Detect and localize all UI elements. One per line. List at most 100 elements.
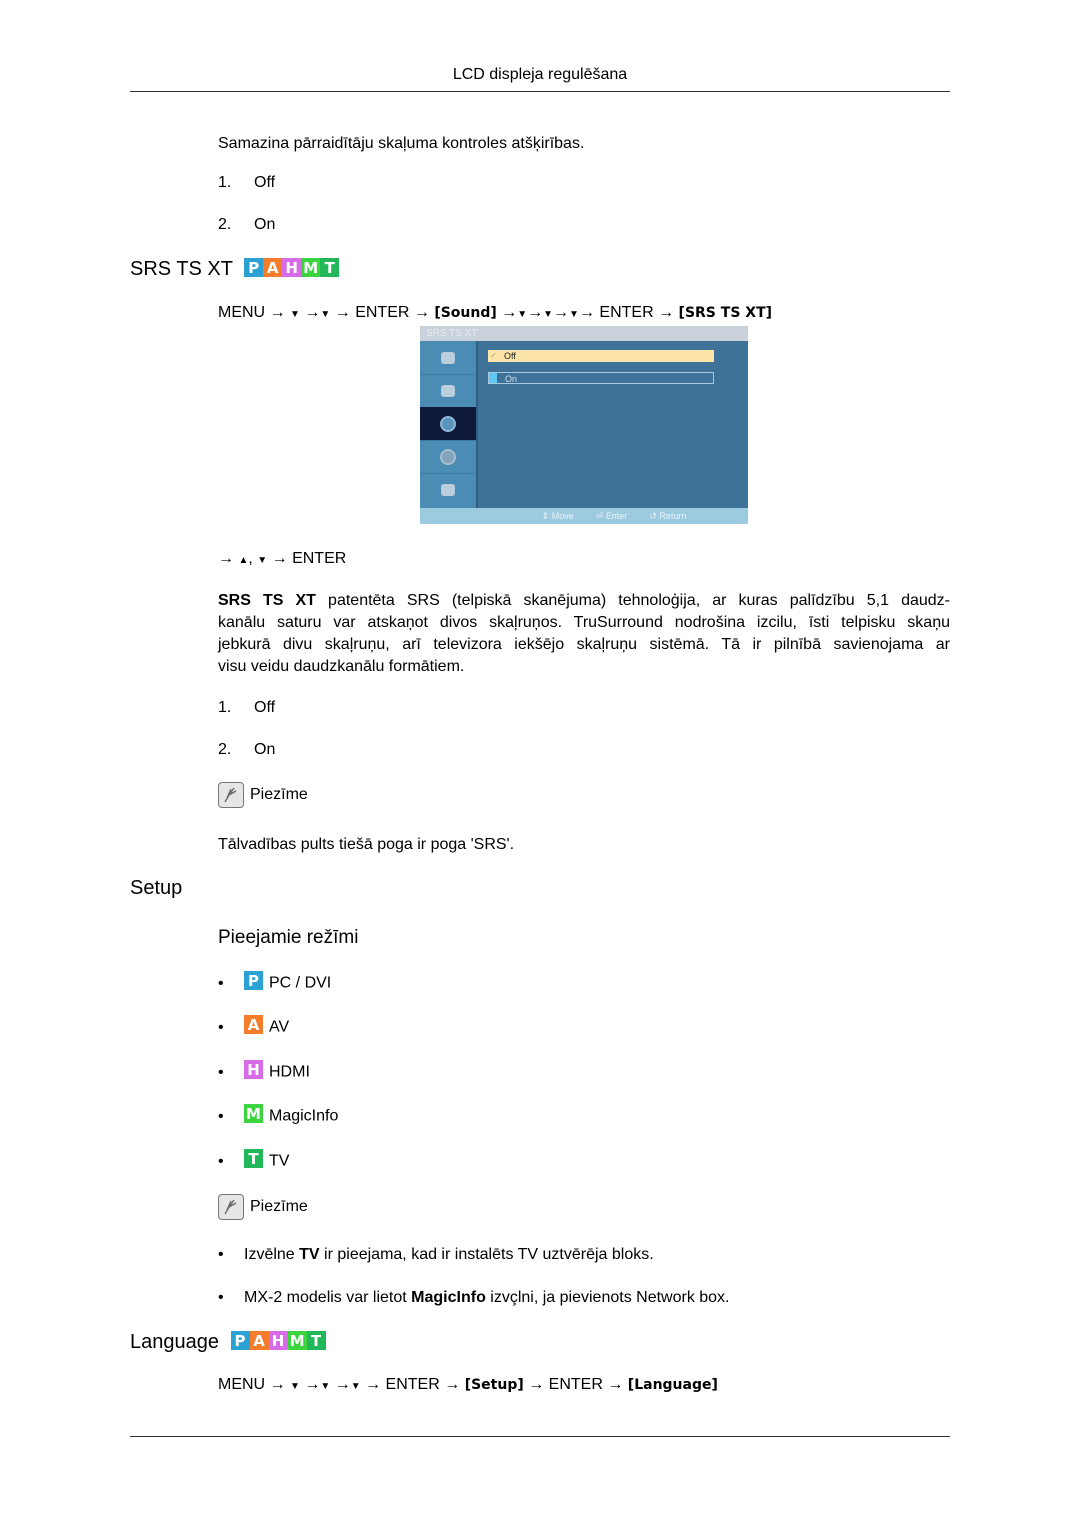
srs-option-1: 1. Off [218, 699, 275, 717]
mode-item-av: • A AV [218, 1015, 290, 1036]
language-title: Language [130, 1331, 219, 1353]
osd-sidebar [420, 341, 478, 508]
arrow-icon: → [527, 304, 544, 321]
path-enter: ENTER [548, 1376, 603, 1393]
osd-enter-hint: ⏎ Enter [595, 511, 628, 521]
option-label: Off [254, 699, 276, 716]
srs-title: SRS TS XT [130, 258, 233, 280]
page-header-title: LCD displeja regulēšana [452, 66, 628, 83]
option-number: 2. [218, 216, 232, 233]
hdmi-mode-icon: H [268, 1331, 288, 1351]
arrow-icon: → [304, 304, 321, 321]
arrow-icon: → [444, 1376, 461, 1393]
setup-note-item: • MX-2 modelis var lietot MagicInfo izvçl… [218, 1289, 730, 1306]
osd-sidebar-sound[interactable] [420, 407, 476, 441]
pc-mode-icon: P [244, 258, 264, 278]
note-bold: TV [299, 1246, 320, 1263]
path-sound: [Sound] [434, 305, 497, 321]
down-arrow-icon: ▼ [290, 309, 300, 320]
arrow-icon: → [365, 1376, 382, 1393]
language-section-heading: Language P A H M T [130, 1331, 326, 1354]
tv-mode-icon: T [306, 1331, 326, 1351]
av-mode-icon: A [249, 1331, 269, 1351]
osd-sidebar-picture[interactable] [420, 341, 476, 375]
setup-heading: Setup [130, 877, 183, 899]
nav-hint: → ▲, ▼ → ENTER [218, 550, 346, 568]
header-divider [130, 91, 950, 92]
setup-icon [440, 448, 456, 465]
down-arrow-icon: ▼ [320, 309, 331, 320]
note-label: Piezīme [250, 786, 308, 803]
srs-menu-path: MENU → ▼ →▼ → ENTER → [Sound] →▼→▼→▼→ EN… [218, 304, 772, 322]
osd-screenshot: SRS TS XT ✓ Off On ⇕ Move ⏎ Enter ↺ Retu… [420, 326, 748, 524]
footer-divider [130, 1436, 950, 1437]
path-menu: MENU [218, 1376, 266, 1393]
magicinfo-mode-icon: M [287, 1331, 307, 1351]
path-srs-target: [SRS TS XT] [678, 305, 773, 321]
check-icon: ✓ [490, 351, 497, 360]
hdmi-mode-icon: H [282, 258, 302, 278]
down-arrow-icon: ▼ [290, 1381, 300, 1392]
desc-line: SRS TS XT patentēta SRS (telpiskā skanēj… [218, 590, 950, 612]
osd-return-hint: ↺ Return [649, 511, 687, 521]
tv-mode-icon: T [320, 258, 340, 278]
desc-line: kanālu saturu var atskaņot divos skaļruņ… [218, 614, 950, 631]
av-mode-icon: A [263, 258, 283, 278]
path-menu: MENU [218, 304, 266, 321]
option-number: 1. [218, 699, 232, 716]
mode-item-magicinfo: • M MagicInfo [218, 1104, 339, 1125]
path-enter: ENTER [599, 304, 654, 321]
osd-option-label: Off [504, 351, 516, 361]
pc-mode-icon: P [244, 971, 263, 990]
srs-section-heading: SRS TS XT P A H M T [130, 258, 340, 281]
mode-badges: P A H M T [230, 1331, 326, 1351]
tv-mode-icon: T [244, 1149, 263, 1168]
arrow-icon: → [269, 304, 286, 321]
note-text: Izvēlne [244, 1246, 300, 1263]
mode-item-pc: • P PC / DVI [218, 971, 332, 992]
option-number: 1. [218, 174, 232, 191]
mode-label: PC / DVI [269, 974, 332, 992]
mode-badges: P A H M T [244, 258, 340, 278]
language-menu-path: MENU → ▼ →▼ →▼ → ENTER → [Setup] → ENTER… [218, 1376, 718, 1394]
up-arrow-icon: ▲ [238, 555, 249, 566]
note-text: MX-2 modelis var lietot [244, 1289, 412, 1306]
option-label: On [254, 216, 276, 233]
available-modes-heading: Pieejamie režīmi [218, 927, 359, 948]
osd-sidebar-input[interactable] [420, 374, 476, 408]
sound-icon [440, 415, 456, 432]
arrow-icon: → [334, 304, 351, 321]
option-label: On [254, 741, 276, 758]
arrow-icon: → [304, 1376, 321, 1393]
note-pencil-icon [218, 782, 244, 808]
osd-option-off[interactable]: ✓ Off [488, 350, 714, 362]
arrow-icon: → [218, 550, 234, 567]
arrow-icon: → [501, 304, 518, 321]
magicinfo-mode-icon: M [244, 1104, 263, 1123]
picture-icon [441, 351, 455, 364]
mode-label: AV [269, 1018, 290, 1036]
osd-sidebar-setup[interactable] [420, 440, 476, 474]
arrow-icon: → [413, 304, 430, 321]
srs-note-heading: Piezīme [218, 782, 308, 808]
note-pencil-icon [218, 1194, 244, 1220]
selection-marker-icon [489, 373, 497, 383]
srs-option-2: 2. On [218, 741, 275, 759]
setup-note-item: • Izvēlne TV ir pieejama, kad ir instalēt… [218, 1246, 654, 1263]
arrow-icon: → [334, 1376, 351, 1393]
arrow-icon: → [658, 304, 675, 321]
path-enter: ENTER [385, 1376, 440, 1393]
magicinfo-mode-icon: M [301, 258, 321, 278]
osd-footer: ⇕ Move ⏎ Enter ↺ Return [420, 508, 748, 524]
input-icon [441, 384, 455, 397]
setup-note-heading: Piezīme [218, 1194, 308, 1220]
arrow-icon: → [607, 1376, 624, 1393]
osd-sidebar-multi-control[interactable] [420, 473, 476, 506]
mode-label: HDMI [269, 1063, 310, 1081]
separator: , [248, 550, 253, 567]
down-arrow-icon: ▼ [517, 309, 528, 320]
osd-move-hint: ⇕ Move [541, 511, 574, 521]
osd-option-on[interactable]: On [488, 372, 714, 384]
note-bold: MagicInfo [411, 1289, 486, 1306]
desc-bold-term: SRS TS XT [218, 592, 316, 609]
